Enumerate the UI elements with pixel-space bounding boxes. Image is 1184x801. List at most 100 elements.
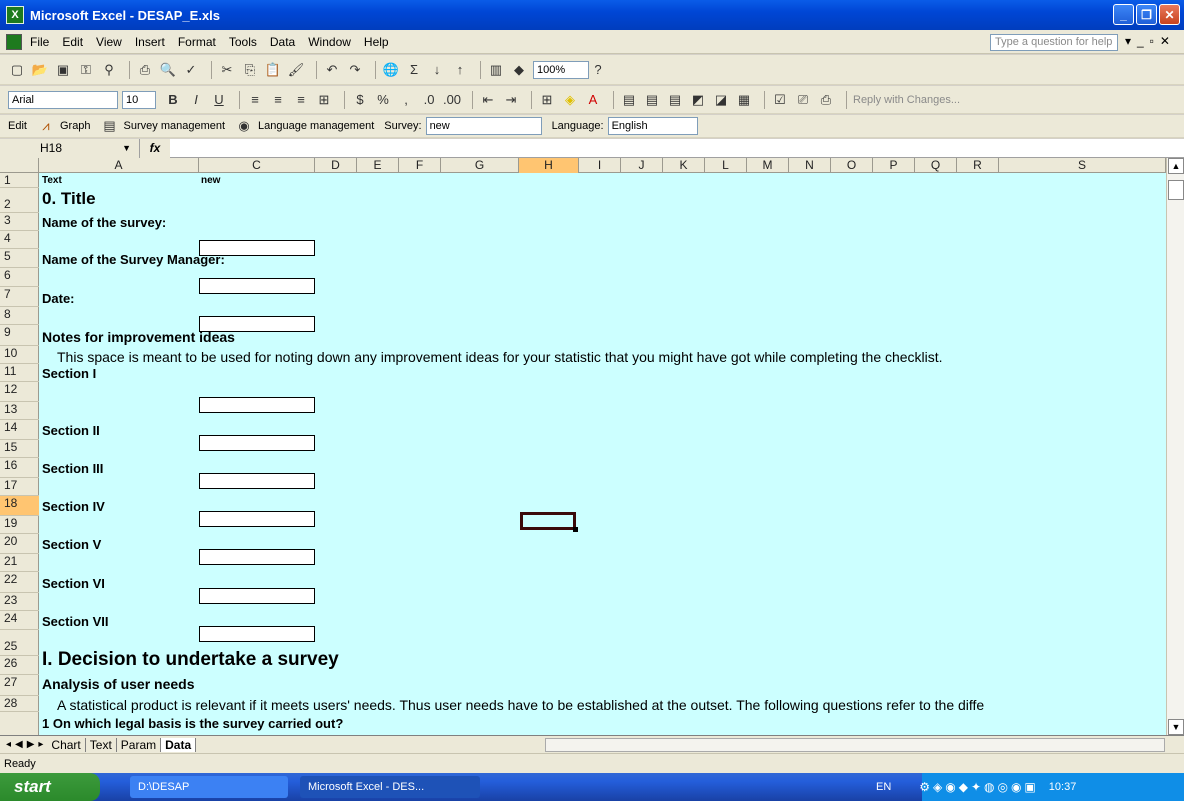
active-cell-h18[interactable] — [520, 512, 578, 532]
cell-a2[interactable]: 0. Title — [42, 189, 96, 209]
undo-icon[interactable]: ↶ — [323, 61, 341, 79]
sort-asc-icon[interactable]: ↓ — [428, 61, 446, 79]
cell-a11[interactable]: Section I — [42, 366, 96, 381]
help-icon[interactable]: ? — [589, 61, 607, 79]
row-header[interactable]: 4 — [0, 231, 39, 249]
cell-a25[interactable]: I. Decision to undertake a survey — [42, 649, 339, 671]
row-header[interactable]: 20 — [0, 534, 39, 554]
column-header-o[interactable]: O — [831, 158, 873, 173]
drawing-icon[interactable]: ◆ — [510, 61, 528, 79]
cell-a17[interactable]: Section IV — [42, 499, 105, 514]
column-header-l[interactable]: L — [705, 158, 747, 173]
taskbar-excel-window[interactable]: Microsoft Excel - DES... — [300, 776, 480, 798]
review-icon-2[interactable]: ▤ — [643, 91, 661, 109]
section-ii-field[interactable] — [199, 435, 315, 451]
review-icon-9[interactable]: ⎙ — [817, 91, 835, 109]
row-header[interactable]: 8 — [0, 307, 39, 325]
column-header-j[interactable]: J — [621, 158, 663, 173]
save-icon[interactable]: ▣ — [54, 61, 72, 79]
column-header-m[interactable]: M — [747, 158, 789, 173]
reply-with-changes-button[interactable]: Reply with Changes... — [853, 94, 960, 106]
fill-color-icon[interactable]: ◈ — [561, 91, 579, 109]
cell-a7[interactable]: Date: — [42, 291, 75, 306]
survey-management-button[interactable]: Survey management — [124, 120, 226, 132]
paste-icon[interactable]: 📋 — [264, 61, 282, 79]
font-color-icon[interactable]: A — [584, 91, 602, 109]
increase-decimal-icon[interactable]: .0 — [420, 91, 438, 109]
underline-icon[interactable]: U — [210, 91, 228, 109]
survey-select[interactable]: new — [425, 117, 542, 135]
font-size-select[interactable]: 10 — [122, 90, 156, 109]
review-icon-5[interactable]: ◪ — [712, 91, 730, 109]
row-header[interactable]: 3 — [0, 213, 39, 231]
chevron-down-icon[interactable]: ▼ — [122, 139, 131, 157]
row-header[interactable]: 25 — [0, 630, 39, 656]
autosum-icon[interactable]: Σ — [405, 61, 423, 79]
section-i-field[interactable] — [199, 397, 315, 413]
row-header[interactable]: 17 — [0, 478, 39, 496]
cell-a10[interactable]: This space is meant to be used for notin… — [57, 349, 943, 365]
row-header[interactable]: 2 — [0, 188, 39, 213]
vertical-scrollbar[interactable]: ▲ ▼ — [1166, 158, 1184, 735]
review-icon-8[interactable]: ⎚ — [794, 91, 812, 109]
tab-text[interactable]: Text — [86, 737, 117, 752]
column-header-q[interactable]: Q — [915, 158, 957, 173]
horizontal-scrollbar[interactable] — [545, 738, 1165, 752]
align-left-icon[interactable]: ≡ — [246, 91, 264, 109]
name-box[interactable]: H18 ▼ — [0, 138, 140, 158]
close-button[interactable]: ✕ — [1159, 4, 1180, 25]
section-vii-field[interactable] — [199, 626, 315, 642]
column-header-n[interactable]: N — [789, 158, 831, 173]
column-header-c[interactable]: C — [199, 158, 315, 173]
minimize-button[interactable]: _ — [1113, 4, 1134, 25]
new-icon[interactable]: ▢ — [8, 61, 26, 79]
row-header[interactable]: 23 — [0, 593, 39, 611]
scroll-up-icon[interactable]: ▲ — [1168, 158, 1184, 174]
align-center-icon[interactable]: ≡ — [269, 91, 287, 109]
review-icon-3[interactable]: ▤ — [666, 91, 684, 109]
redo-icon[interactable]: ↷ — [346, 61, 364, 79]
column-header-s[interactable]: S — [999, 158, 1166, 173]
menu-view[interactable]: View — [96, 35, 122, 49]
cell-a5[interactable]: Name of the Survey Manager: — [42, 252, 225, 267]
decrease-indent-icon[interactable]: ⇤ — [479, 91, 497, 109]
review-icon-6[interactable]: ▦ — [735, 91, 753, 109]
column-header-a[interactable]: A — [39, 158, 199, 173]
row-header[interactable]: 7 — [0, 287, 39, 307]
print-preview-icon[interactable]: 🔍 — [159, 61, 177, 79]
select-all-corner[interactable] — [0, 158, 39, 173]
cell-a28[interactable]: 1 On which legal basis is the survey car… — [42, 716, 343, 731]
column-header-g[interactable]: G — [441, 158, 519, 173]
borders-icon[interactable]: ⊞ — [538, 91, 556, 109]
row-header[interactable]: 22 — [0, 572, 39, 593]
row-header[interactable]: 1 — [0, 173, 39, 188]
italic-icon[interactable]: I — [187, 91, 205, 109]
merge-center-icon[interactable]: ⊞ — [315, 91, 333, 109]
row-header[interactable]: 10 — [0, 346, 39, 364]
row-header[interactable]: 13 — [0, 402, 39, 420]
insert-function-icon[interactable]: fx — [140, 138, 170, 158]
cell-a1[interactable]: Text — [42, 175, 62, 186]
cell-a27[interactable]: A statistical product is relevant if it … — [57, 697, 984, 713]
sort-desc-icon[interactable]: ↑ — [451, 61, 469, 79]
percent-icon[interactable]: % — [374, 91, 392, 109]
language-management-button[interactable]: Language management — [258, 120, 374, 132]
row-header[interactable]: 21 — [0, 554, 39, 572]
menu-edit[interactable]: Edit — [62, 35, 83, 49]
zoom-select[interactable]: 100% — [533, 60, 589, 79]
row-header[interactable]: 27 — [0, 675, 39, 696]
section-iii-field[interactable] — [199, 473, 315, 489]
review-icon-1[interactable]: ▤ — [620, 91, 638, 109]
cell-a9[interactable]: Notes for improvement ideas — [42, 329, 235, 345]
row-header[interactable]: 6 — [0, 268, 39, 287]
tab-navigation-icons[interactable]: ◂◀▶▸ — [6, 739, 47, 750]
menu-insert[interactable]: Insert — [135, 35, 165, 49]
cell-c1[interactable]: new — [201, 175, 220, 186]
decrease-decimal-icon[interactable]: .00 — [443, 91, 461, 109]
document-icon[interactable] — [6, 33, 22, 50]
row-header[interactable]: 19 — [0, 516, 39, 534]
column-header-h[interactable]: H — [519, 158, 579, 173]
language-indicator[interactable]: EN — [876, 781, 891, 793]
start-button[interactable]: start — [0, 773, 100, 801]
formula-input[interactable] — [170, 139, 1184, 158]
